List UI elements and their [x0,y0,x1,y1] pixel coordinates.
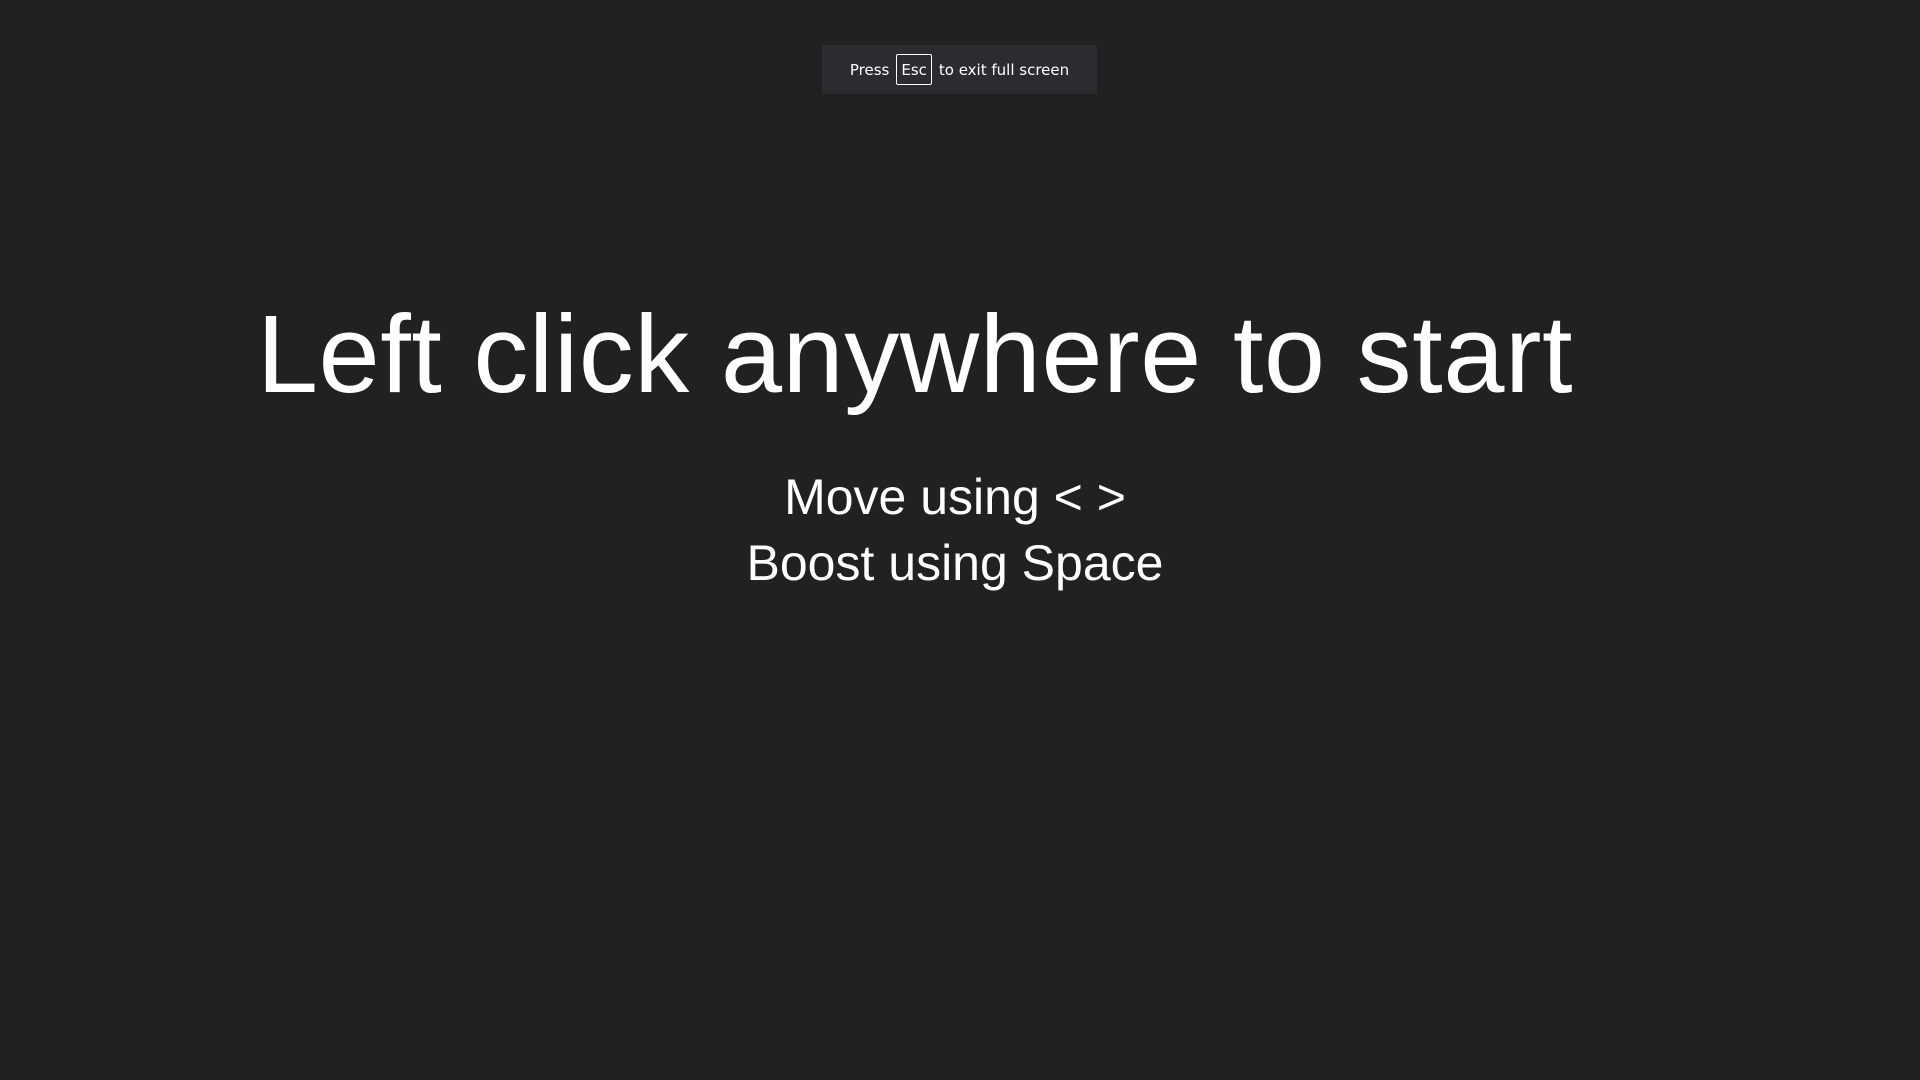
esc-key-badge: Esc [896,54,932,85]
fullscreen-exit-notice: Press Esc to exit full screen [822,45,1097,94]
boost-instruction: Boost using Space [746,535,1164,591]
move-instruction: Move using < > [784,469,1126,525]
notice-prefix: Press [849,60,890,79]
notice-suffix: to exit full screen [938,60,1070,79]
game-canvas[interactable]: Press Esc to exit full screen Left click… [0,0,1920,1080]
start-prompt: Left click anywhere to start [256,293,1574,416]
controls-instructions: Move using < > Boost using Space [0,464,1910,596]
